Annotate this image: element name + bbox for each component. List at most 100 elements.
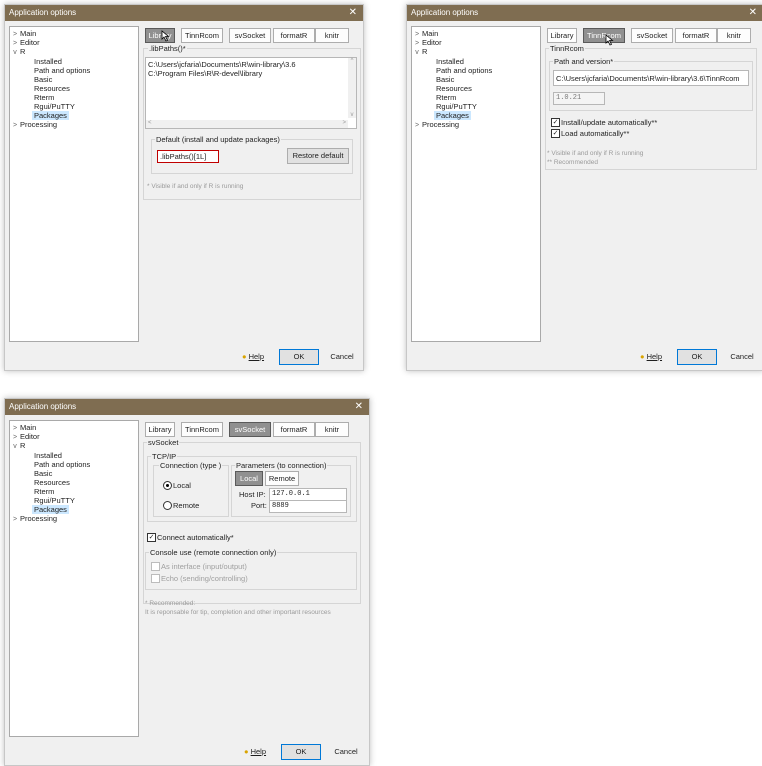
scroll-down-icon[interactable]: v	[348, 112, 356, 118]
tree-item-rterm[interactable]: Rterm	[34, 93, 54, 102]
ok-button[interactable]: OK	[279, 349, 319, 365]
libpaths-group-title: .libPaths()*	[148, 44, 187, 53]
options-tree: > Main > Editor vR Installed Path and opti…	[9, 420, 139, 737]
tab-knitr[interactable]: knitr	[717, 28, 751, 43]
tree-item-basic[interactable]: Basic	[34, 75, 52, 84]
tab-formatr[interactable]: formatR	[675, 28, 717, 43]
tree-item-basic[interactable]: Basic	[34, 469, 52, 478]
tree-item-processing[interactable]: > Processing	[10, 514, 57, 523]
libpaths-list[interactable]: C:\Users\jcfaria\Documents\R\win-library…	[145, 57, 357, 129]
tree-item-rgui[interactable]: Rgui/PuTTY	[436, 102, 477, 111]
close-icon[interactable]: ✕	[749, 7, 757, 18]
tree-item-r[interactable]: vR	[412, 47, 427, 56]
tab-knitr[interactable]: knitr	[315, 28, 349, 43]
tab-tinnrcom[interactable]: TinnRcom	[181, 422, 223, 437]
tab-tinnrcom[interactable]: TinnRcom	[181, 28, 223, 43]
libpath-item: C:\Users\jcfaria\Documents\R\win-library…	[148, 60, 296, 69]
tree-item-editor[interactable]: > Editor	[10, 38, 40, 47]
default-group-title: Default (install and update packages)	[155, 135, 281, 144]
tab-knitr[interactable]: knitr	[315, 422, 349, 437]
tab-svsocket[interactable]: svSocket	[631, 28, 673, 43]
tree-item-rgui[interactable]: Rgui/PuTTY	[34, 496, 75, 505]
host-ip-label: Host IP:	[239, 490, 266, 499]
tree-item-rterm[interactable]: Rterm	[436, 93, 456, 102]
tree-item-resources[interactable]: Resources	[436, 84, 472, 93]
tree-item-rterm[interactable]: Rterm	[34, 487, 54, 496]
title-bar: Application options ✕	[407, 5, 762, 21]
tree-item-main[interactable]: > Main	[412, 29, 438, 38]
param-tab-remote[interactable]: Remote	[265, 471, 299, 486]
scroll-up-icon[interactable]: ^	[348, 58, 356, 64]
horizontal-scrollbar[interactable]: < >	[146, 120, 348, 128]
close-icon[interactable]: ✕	[349, 7, 357, 18]
tab-library[interactable]: Library	[145, 422, 175, 437]
recommended-note: * Recommended:	[145, 600, 196, 607]
vertical-scrollbar[interactable]: ^ v	[348, 58, 356, 118]
install-auto-checkbox[interactable]: ✓	[551, 118, 560, 127]
options-content: Library TinnRcom svSocket formatR knitr …	[141, 26, 361, 342]
tree-item-main[interactable]: > Main	[10, 29, 36, 38]
tree-item-processing[interactable]: > Processing	[10, 120, 57, 129]
options-tree: > Main > Editor vR Installed Path and opti…	[411, 26, 541, 342]
tree-item-resources[interactable]: Resources	[34, 478, 70, 487]
ok-button[interactable]: OK	[281, 744, 321, 760]
tree-item-r[interactable]: vR	[10, 47, 25, 56]
help-icon: ●	[243, 747, 249, 756]
tab-formatr[interactable]: formatR	[273, 422, 315, 437]
as-interface-checkbox[interactable]	[151, 562, 160, 571]
tree-item-r[interactable]: vR	[10, 441, 25, 450]
scroll-right-icon[interactable]: >	[342, 120, 346, 126]
help-icon: ●	[639, 352, 645, 361]
tree-item-main[interactable]: > Main	[10, 423, 36, 432]
options-content: Library TinnRcom svSocket formatR knitr …	[141, 420, 365, 737]
port-label: Port:	[251, 501, 267, 510]
close-icon[interactable]: ✕	[355, 401, 363, 412]
echo-checkbox[interactable]	[151, 574, 160, 583]
param-tab-local[interactable]: Local	[235, 471, 263, 486]
default-libpath-field[interactable]: .libPaths()[1L]	[157, 150, 219, 163]
chevron-right-icon: >	[12, 516, 18, 523]
tree-item-installed[interactable]: Installed	[436, 57, 464, 66]
cancel-button[interactable]: Cancel	[327, 744, 365, 760]
tree-item-packages[interactable]: Packages	[32, 111, 69, 120]
tree-item-basic[interactable]: Basic	[436, 75, 454, 84]
tree-item-processing[interactable]: > Processing	[412, 120, 459, 129]
parameters-title: Parameters (to connection)	[235, 461, 328, 470]
tree-item-packages[interactable]: Packages	[32, 505, 69, 514]
tab-library[interactable]: Library	[547, 28, 577, 43]
tree-item-path-options[interactable]: Path and options	[34, 460, 90, 469]
tab-formatr[interactable]: formatR	[273, 28, 315, 43]
ok-button[interactable]: OK	[677, 349, 717, 365]
remote-radio-label: Remote	[173, 501, 200, 510]
recommended-detail: It is reponsable for tip, completion and…	[145, 609, 331, 616]
cancel-button[interactable]: Cancel	[723, 349, 761, 365]
tree-item-path-options[interactable]: Path and options	[436, 66, 492, 75]
connect-auto-checkbox[interactable]: ✓	[147, 533, 156, 542]
tree-item-path-options[interactable]: Path and options	[34, 66, 90, 75]
scroll-left-icon[interactable]: <	[148, 120, 152, 126]
tree-item-packages[interactable]: Packages	[434, 111, 471, 120]
local-radio[interactable]	[163, 481, 172, 490]
restore-default-button[interactable]: Restore default	[287, 148, 349, 164]
tree-item-editor[interactable]: > Editor	[412, 38, 442, 47]
cancel-button[interactable]: Cancel	[323, 349, 361, 365]
tab-svsocket[interactable]: svSocket	[229, 422, 271, 437]
svsocket-group-title: svSocket	[147, 438, 180, 447]
dialog-buttons: ● Help OK Cancel	[407, 344, 762, 370]
port-field[interactable]: 8889	[269, 500, 347, 513]
help-button[interactable]: ● Help	[233, 744, 277, 760]
tree-item-rgui[interactable]: Rgui/PuTTY	[34, 102, 75, 111]
tinnrcom-group-title: TinnRcom	[549, 44, 585, 53]
load-auto-checkbox[interactable]: ✓	[551, 129, 560, 138]
help-button[interactable]: ● Help	[629, 349, 673, 365]
help-button[interactable]: ● Help	[231, 349, 275, 365]
tree-item-installed[interactable]: Installed	[34, 451, 62, 460]
remote-radio[interactable]	[163, 501, 172, 510]
tinnrcom-path-field[interactable]: C:\Users\jcfaria\Documents\R\win-library…	[553, 70, 749, 86]
tab-svsocket[interactable]: svSocket	[229, 28, 271, 43]
tree-item-installed[interactable]: Installed	[34, 57, 62, 66]
tree-item-resources[interactable]: Resources	[34, 84, 70, 93]
console-use-group	[145, 552, 357, 590]
tinnrcom-version-field: 1.0.21	[553, 92, 605, 105]
tree-item-editor[interactable]: > Editor	[10, 432, 40, 441]
